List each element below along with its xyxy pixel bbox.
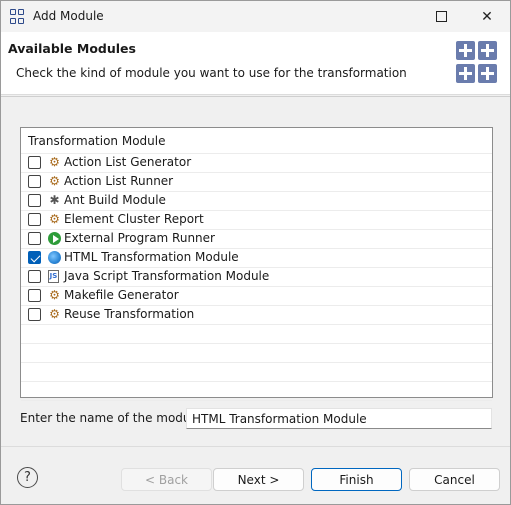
banner-description: Check the kind of module you want to use… xyxy=(16,66,407,80)
row-divider xyxy=(21,381,492,382)
next-button[interactable]: Next > xyxy=(213,468,304,491)
checkbox[interactable] xyxy=(28,308,41,321)
checkbox[interactable] xyxy=(28,289,41,302)
list-header: Transformation Module xyxy=(28,134,166,148)
gear-icon: ⚙ xyxy=(49,174,60,188)
list-item-label: Action List Generator xyxy=(64,155,192,169)
list-item-label: External Program Runner xyxy=(64,231,215,245)
checkbox[interactable] xyxy=(28,194,41,207)
list-item[interactable]: ✱ Ant Build Module xyxy=(21,191,492,210)
row-divider xyxy=(21,400,492,401)
finish-button[interactable]: Finish xyxy=(311,468,402,491)
add-module-dialog: Add Module ✕ Available Modules Check the… xyxy=(0,0,511,505)
separator xyxy=(1,96,510,97)
list-item[interactable]: ⚙ Action List Runner xyxy=(21,172,492,191)
checkbox[interactable] xyxy=(28,251,41,264)
maximize-button[interactable] xyxy=(418,1,464,32)
list-item-label: Action List Runner xyxy=(64,174,174,188)
gear-icon: ⚙ xyxy=(49,155,60,169)
module-name-input[interactable] xyxy=(186,408,492,429)
row-divider xyxy=(21,324,492,325)
ant-icon: ✱ xyxy=(49,193,60,207)
checkbox[interactable] xyxy=(28,232,41,245)
list-item-label: Java Script Transformation Module xyxy=(64,269,270,283)
list-item[interactable]: ⚙ Element Cluster Report xyxy=(21,210,492,229)
list-item-label: Makefile Generator xyxy=(64,288,179,302)
checkbox[interactable] xyxy=(28,175,41,188)
play-icon xyxy=(48,232,61,245)
list-item[interactable]: JS Java Script Transformation Module xyxy=(21,267,492,286)
checkbox[interactable] xyxy=(28,213,41,226)
back-button[interactable]: < Back xyxy=(121,468,212,491)
help-icon: ? xyxy=(24,470,31,485)
window-title: Add Module xyxy=(33,9,104,23)
list-item[interactable]: ⚙ Action List Generator xyxy=(21,153,492,172)
banner-title: Available Modules xyxy=(8,41,136,56)
header-banner: Available Modules Check the kind of modu… xyxy=(1,32,510,95)
list-item[interactable]: External Program Runner xyxy=(21,229,492,248)
gear-icon: ⚙ xyxy=(49,307,60,321)
modules-icon xyxy=(456,41,498,83)
gear-icon: ⚙ xyxy=(49,212,60,226)
close-icon: ✕ xyxy=(481,8,493,25)
list-item[interactable]: ⚙ Makefile Generator xyxy=(21,286,492,305)
list-item-label: HTML Transformation Module xyxy=(64,250,239,264)
row-divider xyxy=(21,362,492,363)
title-bar: Add Module ✕ xyxy=(1,1,510,32)
globe-icon xyxy=(48,251,61,264)
list-item[interactable]: HTML Transformation Module xyxy=(21,248,492,267)
separator xyxy=(1,446,510,447)
list-item[interactable]: ⚙ Reuse Transformation xyxy=(21,305,492,324)
close-button[interactable]: ✕ xyxy=(464,1,510,32)
list-item-label: Ant Build Module xyxy=(64,193,166,207)
list-item-label: Reuse Transformation xyxy=(64,307,195,321)
checkbox[interactable] xyxy=(28,156,41,169)
row-divider xyxy=(21,343,492,344)
module-name-label: Enter the name of the module: xyxy=(20,411,206,425)
help-button[interactable]: ? xyxy=(17,467,38,488)
module-list[interactable]: Transformation Module ⚙ Action List Gener… xyxy=(20,127,493,401)
checkbox[interactable] xyxy=(28,270,41,283)
javascript-file-icon: JS xyxy=(48,270,59,283)
maximize-icon xyxy=(435,11,447,22)
cancel-button[interactable]: Cancel xyxy=(409,468,500,491)
list-item-label: Element Cluster Report xyxy=(64,212,204,226)
app-icon xyxy=(10,9,25,24)
gear-icon: ⚙ xyxy=(49,288,60,302)
